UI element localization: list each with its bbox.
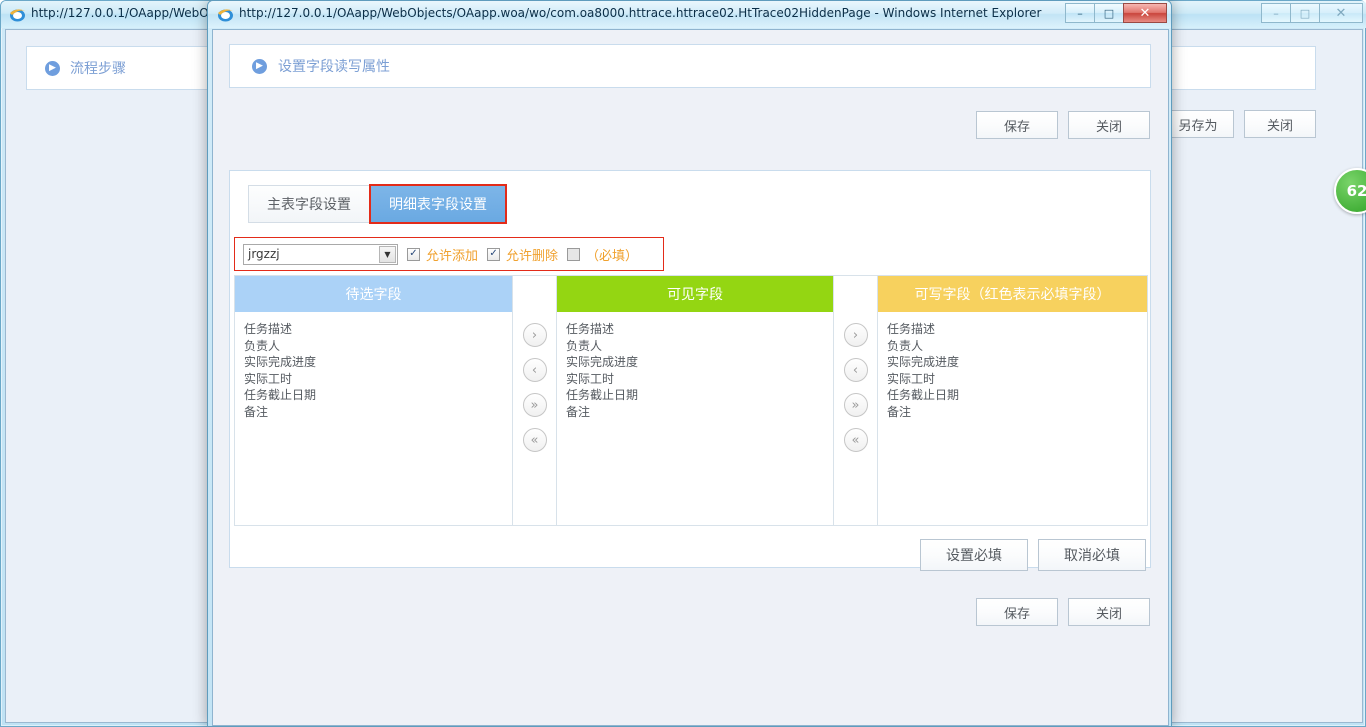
chevron-down-icon[interactable]: ▼	[379, 246, 396, 263]
tab-bar[interactable]: 主表字段设置 明细表字段设置	[248, 185, 506, 223]
list-item[interactable]: 任务描述	[244, 321, 512, 338]
close-button[interactable]: 关闭	[1068, 111, 1150, 139]
tab-main-table-fields[interactable]: 主表字段设置	[248, 185, 370, 223]
save-button[interactable]: 保存	[976, 598, 1058, 626]
page-header: ▶ 设置字段读写属性	[229, 44, 1151, 88]
internet-explorer-icon	[217, 6, 234, 23]
foreground-window-title: http://127.0.0.1/OAapp/WebObjects/OAapp.…	[239, 6, 1041, 20]
allow-add-label: 允许添加	[426, 245, 478, 264]
list-item[interactable]: 实际完成进度	[887, 354, 1147, 371]
transfer-buttons-group-2[interactable]: › ‹ » «	[833, 276, 878, 525]
move-all-left-icon[interactable]: «	[844, 428, 868, 452]
close-icon[interactable]: ✕	[1319, 3, 1363, 23]
list-item[interactable]: 任务截止日期	[244, 387, 512, 404]
list-item[interactable]: 负责人	[244, 338, 512, 355]
options-row: jrgzzj ▼ ✓ 允许添加 ✓ 允许删除 （必填）	[234, 237, 664, 271]
move-all-right-icon[interactable]: »	[523, 393, 547, 417]
arrow-bullet-icon: ▶	[45, 61, 60, 76]
allow-add-checkbox[interactable]: ✓	[407, 248, 420, 261]
writable-fields-header: 可写字段（红色表示必填字段）	[878, 276, 1147, 312]
available-fields-list[interactable]: 任务描述 负责人 实际完成进度 实际工时 任务截止日期 备注	[235, 312, 512, 525]
visible-fields-list[interactable]: 任务描述 负责人 实际完成进度 实际工时 任务截止日期 备注	[557, 312, 833, 525]
field-select-value: jrgzzj	[248, 247, 280, 261]
background-page-title: 流程步骤	[70, 58, 126, 78]
list-item[interactable]: 备注	[887, 404, 1147, 421]
required-checkbox-group[interactable]: （必填）	[567, 245, 638, 264]
close-button[interactable]: 关闭	[1244, 110, 1316, 138]
list-item[interactable]: 任务描述	[887, 321, 1147, 338]
foreground-window-titlebar[interactable]: http://127.0.0.1/OAapp/WebObjects/OAapp.…	[208, 1, 1171, 28]
allow-delete-checkbox[interactable]: ✓	[487, 248, 500, 261]
set-required-button[interactable]: 设置必填	[920, 539, 1028, 571]
list-item[interactable]: 实际工时	[566, 371, 833, 388]
list-item[interactable]: 实际完成进度	[244, 354, 512, 371]
list-item[interactable]: 负责人	[566, 338, 833, 355]
list-item[interactable]: 任务截止日期	[566, 387, 833, 404]
internet-explorer-icon	[9, 6, 26, 23]
available-fields-header: 待选字段	[235, 276, 512, 312]
close-icon[interactable]: ✕	[1123, 3, 1167, 23]
list-item[interactable]: 任务描述	[566, 321, 833, 338]
tab-detail-table-fields[interactable]: 明细表字段设置	[370, 185, 506, 223]
required-checkbox[interactable]	[567, 248, 580, 261]
save-button[interactable]: 保存	[976, 111, 1058, 139]
list-item[interactable]: 负责人	[887, 338, 1147, 355]
close-button[interactable]: 关闭	[1068, 598, 1150, 626]
list-item[interactable]: 备注	[566, 404, 833, 421]
minimize-icon[interactable]: –	[1065, 3, 1094, 23]
minimize-icon[interactable]: –	[1261, 3, 1290, 23]
list-item[interactable]: 备注	[244, 404, 512, 421]
save-as-button[interactable]: 另存为	[1162, 110, 1234, 138]
settings-card: 主表字段设置 明细表字段设置 jrgzzj ▼ ✓ 允许添加 ✓ 允许删除	[229, 170, 1151, 568]
page-title: 设置字段读写属性	[278, 56, 390, 76]
transfer-buttons-group-1[interactable]: › ‹ » «	[512, 276, 557, 525]
field-transfer-panel: 待选字段 任务描述 负责人 实际完成进度 实际工时 任务截止日期 备注	[234, 275, 1148, 526]
move-right-icon[interactable]: ›	[844, 323, 868, 347]
list-item[interactable]: 实际工时	[244, 371, 512, 388]
top-action-buttons[interactable]: 保存 关闭	[976, 111, 1150, 139]
move-left-icon[interactable]: ‹	[523, 358, 547, 382]
required-field-actions[interactable]: 设置必填 取消必填	[920, 539, 1146, 571]
unset-required-button[interactable]: 取消必填	[1038, 539, 1146, 571]
visible-fields-column: 可见字段 任务描述 负责人 实际完成进度 实际工时 任务截止日期 备注	[557, 276, 833, 525]
allow-delete-label: 允许删除	[506, 245, 558, 264]
list-item[interactable]: 任务截止日期	[887, 387, 1147, 404]
background-action-buttons[interactable]: 另存为 关闭	[1162, 110, 1316, 138]
foreground-window-controls[interactable]: – □ ✕	[1065, 3, 1167, 23]
field-select-dropdown[interactable]: jrgzzj ▼	[243, 244, 398, 265]
bottom-action-buttons[interactable]: 保存 关闭	[976, 598, 1150, 626]
arrow-bullet-icon: ▶	[252, 59, 267, 74]
restore-icon[interactable]: □	[1094, 3, 1123, 23]
writable-fields-column: 可写字段（红色表示必填字段） 任务描述 负责人 实际完成进度 实际工时 任务截止…	[878, 276, 1147, 525]
available-fields-column: 待选字段 任务描述 负责人 实际完成进度 实际工时 任务截止日期 备注	[235, 276, 512, 525]
allow-delete-checkbox-group[interactable]: ✓ 允许删除	[487, 245, 558, 264]
allow-add-checkbox-group[interactable]: ✓ 允许添加	[407, 245, 478, 264]
background-window-controls[interactable]: – □ ✕	[1261, 3, 1363, 23]
visible-fields-header: 可见字段	[557, 276, 833, 312]
foreground-window-client: ▶ 设置字段读写属性 保存 关闭 主表字段设置 明细表字段设置 jrgzzj ▼	[212, 29, 1169, 726]
writable-fields-list[interactable]: 任务描述 负责人 实际完成进度 实际工时 任务截止日期 备注	[878, 312, 1147, 525]
list-item[interactable]: 实际工时	[887, 371, 1147, 388]
restore-icon[interactable]: □	[1290, 3, 1319, 23]
move-all-left-icon[interactable]: «	[523, 428, 547, 452]
desktop-background: http://127.0.0.1/OAapp/WebObj – □ ✕ ▶ 流程…	[0, 0, 1366, 727]
required-label: （必填）	[586, 245, 638, 264]
move-left-icon[interactable]: ‹	[844, 358, 868, 382]
list-item[interactable]: 实际完成进度	[566, 354, 833, 371]
background-window-title: http://127.0.0.1/OAapp/WebObj	[31, 6, 220, 20]
move-right-icon[interactable]: ›	[523, 323, 547, 347]
move-all-right-icon[interactable]: »	[844, 393, 868, 417]
foreground-browser-window[interactable]: http://127.0.0.1/OAapp/WebObjects/OAapp.…	[207, 0, 1172, 727]
